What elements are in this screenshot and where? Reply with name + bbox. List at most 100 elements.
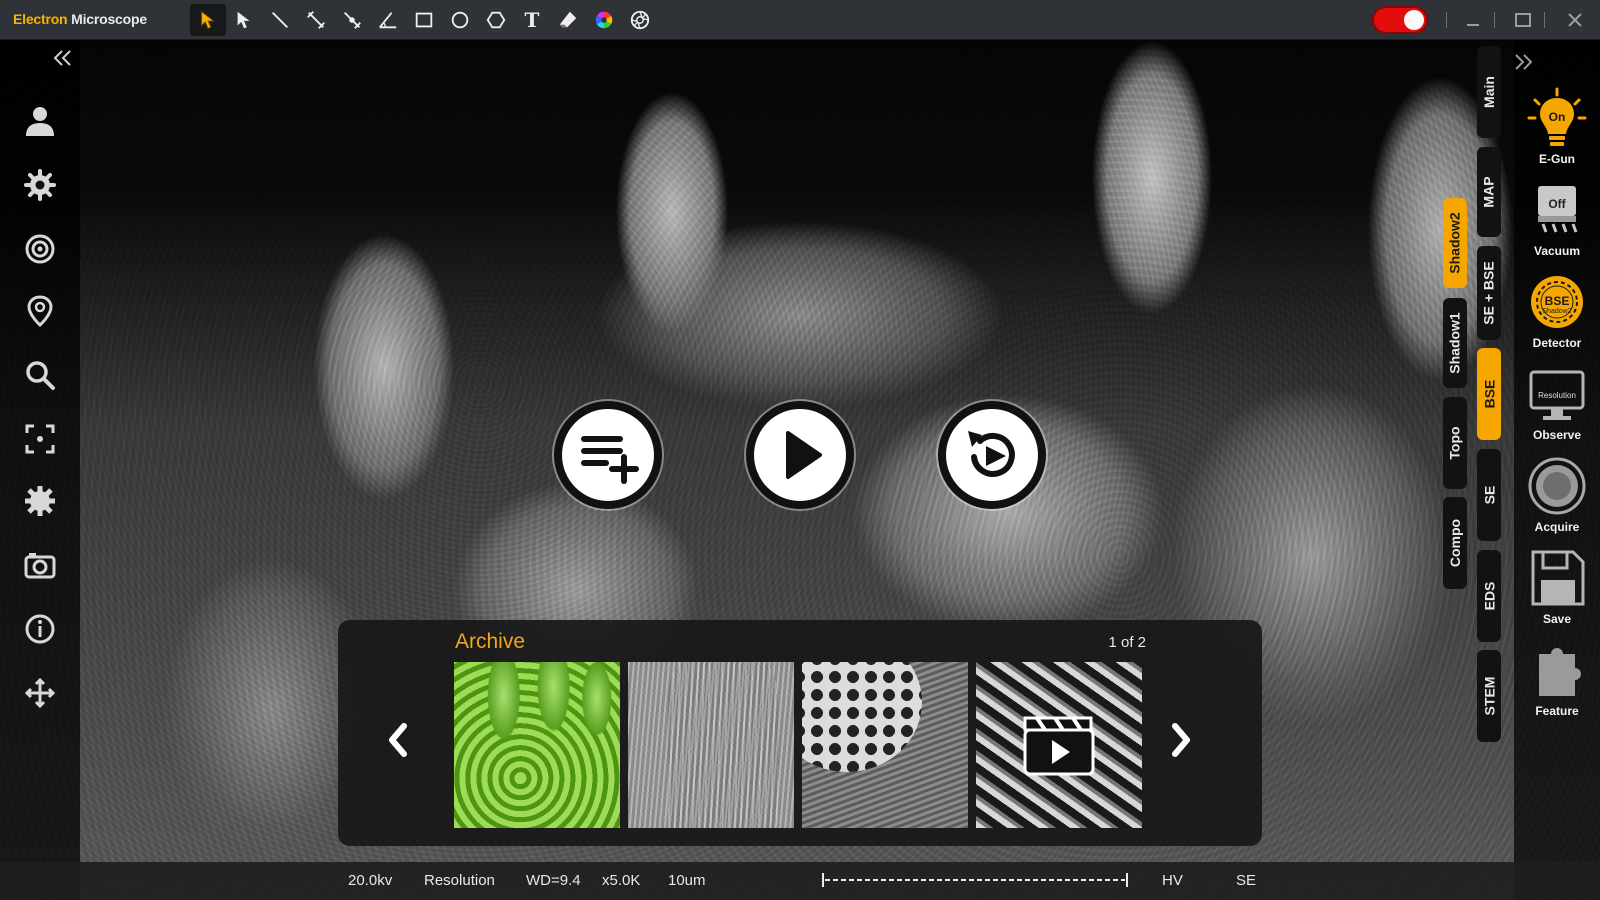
save-label: Save bbox=[1542, 612, 1572, 626]
search-button[interactable] bbox=[20, 355, 60, 395]
user-icon bbox=[26, 107, 54, 136]
text-icon: T bbox=[524, 8, 540, 32]
move-icon bbox=[24, 677, 56, 709]
rectangle-icon bbox=[415, 12, 433, 28]
vacuum-control[interactable]: Off Vacuum bbox=[1514, 178, 1600, 258]
measure-line-tool[interactable] bbox=[298, 4, 334, 36]
measure-line-icon bbox=[307, 11, 325, 29]
title-bar: Electron Microscope T bbox=[0, 0, 1600, 40]
line-icon bbox=[272, 12, 288, 28]
angle-tool[interactable] bbox=[370, 4, 406, 36]
power-toggle-knob bbox=[1404, 10, 1424, 30]
settings-button[interactable] bbox=[20, 165, 60, 205]
status-hv: HV bbox=[1162, 872, 1183, 889]
observe-control[interactable]: Resolution Observe bbox=[1514, 362, 1600, 442]
status-mode: Resolution bbox=[424, 872, 495, 889]
polygon-tool[interactable] bbox=[478, 4, 514, 36]
detector-submode: Shadow2 bbox=[1542, 308, 1572, 315]
tab-se[interactable]: SE bbox=[1477, 449, 1501, 541]
subtab-topo[interactable]: Topo bbox=[1443, 397, 1467, 489]
tab-label: EDS bbox=[1481, 581, 1498, 611]
vacuum-state: Off bbox=[1548, 197, 1566, 211]
app-title: Electron Microscope bbox=[13, 11, 147, 27]
tab-label: Compo bbox=[1447, 518, 1463, 568]
play-icon bbox=[786, 431, 822, 479]
tab-label: BSE bbox=[1481, 379, 1498, 409]
acquire-label: Acquire bbox=[1534, 520, 1580, 534]
app-title-product: Microscope bbox=[71, 11, 147, 27]
close-icon bbox=[1568, 13, 1582, 27]
line-tool[interactable] bbox=[262, 4, 298, 36]
subtab-compo[interactable]: Compo bbox=[1443, 497, 1467, 589]
circle-tool[interactable] bbox=[442, 4, 478, 36]
tab-eds[interactable]: EDS bbox=[1477, 550, 1501, 642]
subtab-shadow1[interactable]: Shadow1 bbox=[1443, 298, 1467, 388]
archive-thumbnail[interactable] bbox=[454, 662, 620, 828]
tab-label: Shadow2 bbox=[1447, 212, 1463, 274]
acquire-control[interactable]: Acquire bbox=[1514, 454, 1600, 534]
tab-main[interactable]: Main bbox=[1477, 46, 1501, 138]
focus-frame-icon bbox=[25, 424, 55, 454]
observe-label: Observe bbox=[1532, 428, 1582, 442]
status-scale: 10um bbox=[668, 872, 706, 889]
brightness-button[interactable] bbox=[20, 481, 60, 521]
aperture-icon bbox=[630, 10, 650, 30]
title-bar-divider bbox=[1494, 12, 1495, 28]
status-detector: SE bbox=[1236, 872, 1257, 889]
archive-thumbnail[interactable] bbox=[628, 662, 794, 828]
double-chevron-left-icon bbox=[53, 50, 71, 66]
text-tool[interactable]: T bbox=[514, 4, 550, 36]
archive-next-button[interactable] bbox=[1164, 720, 1198, 760]
chevron-left-icon bbox=[389, 723, 407, 757]
minimize-button[interactable] bbox=[1458, 6, 1488, 34]
add-playlist-icon bbox=[581, 436, 639, 484]
archive-thumbnail-video[interactable] bbox=[976, 662, 1142, 828]
save-control[interactable]: Save bbox=[1514, 546, 1600, 626]
detector-label: Detector bbox=[1532, 336, 1582, 350]
archive-prev-button[interactable] bbox=[381, 720, 415, 760]
collapse-left-panel-button[interactable] bbox=[50, 48, 74, 68]
tab-se-bse[interactable]: SE + BSE bbox=[1477, 246, 1501, 340]
aperture-tool[interactable] bbox=[622, 4, 658, 36]
replay-icon bbox=[968, 431, 1015, 477]
status-bar: 20.0kv Resolution WD=9.4 x5.0K 10um HV S… bbox=[0, 862, 1600, 900]
tab-label: Topo bbox=[1447, 426, 1464, 460]
rectangle-tool[interactable] bbox=[406, 4, 442, 36]
feature-control[interactable]: Feature bbox=[1514, 638, 1600, 718]
archive-page-indicator: 1 of 2 bbox=[1108, 634, 1146, 651]
eraser-icon bbox=[559, 11, 577, 28]
tab-bse[interactable]: BSE bbox=[1477, 348, 1501, 440]
tab-map[interactable]: MAP bbox=[1477, 147, 1501, 237]
color-tool[interactable] bbox=[586, 4, 622, 36]
scale-bar bbox=[822, 873, 1128, 887]
target-button[interactable] bbox=[20, 229, 60, 269]
replay-button[interactable] bbox=[938, 401, 1046, 509]
eraser-tool[interactable] bbox=[550, 4, 586, 36]
select-arrow-tool[interactable] bbox=[190, 4, 226, 36]
video-clapper-icon bbox=[1023, 716, 1095, 776]
move-button[interactable] bbox=[20, 673, 60, 713]
camera-button[interactable] bbox=[20, 545, 60, 585]
save-floppy-icon bbox=[1527, 546, 1587, 610]
user-button[interactable] bbox=[20, 101, 60, 141]
maximize-button[interactable] bbox=[1508, 6, 1538, 34]
tab-stem[interactable]: STEM bbox=[1477, 650, 1501, 742]
play-button[interactable] bbox=[746, 401, 854, 509]
add-to-playlist-button[interactable] bbox=[554, 401, 662, 509]
pointer-tool[interactable] bbox=[226, 4, 262, 36]
location-button[interactable] bbox=[20, 291, 60, 331]
close-button[interactable] bbox=[1560, 6, 1590, 34]
tab-label: Main bbox=[1481, 76, 1498, 108]
archive-thumbnail[interactable] bbox=[802, 662, 968, 828]
focus-button[interactable] bbox=[20, 419, 60, 459]
subtab-shadow2[interactable]: Shadow2 bbox=[1443, 198, 1467, 288]
egun-control[interactable]: On E-Gun bbox=[1514, 86, 1600, 166]
collapse-right-panel-button[interactable] bbox=[1512, 52, 1536, 72]
detector-control[interactable]: BSE Shadow2 Detector bbox=[1514, 270, 1600, 350]
measure-point-tool[interactable] bbox=[334, 4, 370, 36]
select-arrow-icon bbox=[201, 10, 215, 29]
feature-label: Feature bbox=[1535, 704, 1579, 718]
info-button[interactable] bbox=[20, 609, 60, 649]
polygon-icon bbox=[486, 11, 506, 29]
power-toggle[interactable] bbox=[1372, 6, 1428, 34]
